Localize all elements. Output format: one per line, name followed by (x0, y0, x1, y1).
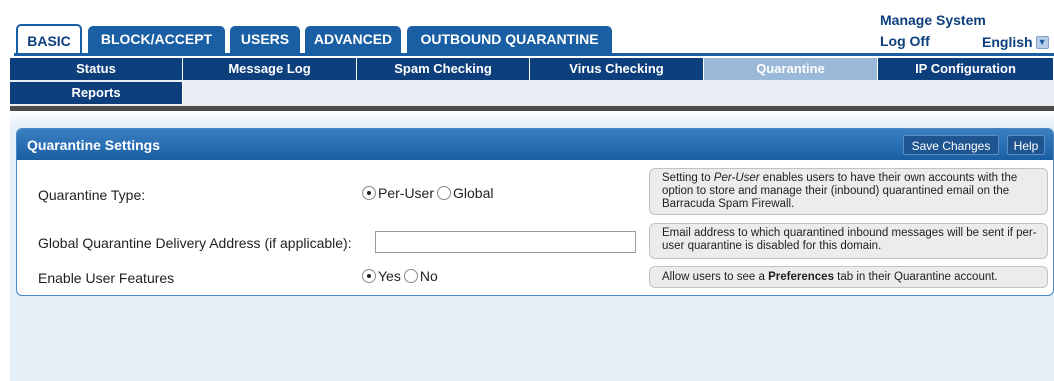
global-radio[interactable] (437, 186, 452, 200)
no-radio-label: No (419, 268, 438, 284)
user-features-help: Allow users to see a Preferences tab in … (649, 266, 1048, 288)
delivery-address-input[interactable] (375, 231, 636, 253)
per-user-radio[interactable] (362, 186, 376, 200)
yes-radio-label: Yes (378, 268, 401, 284)
save-changes-button[interactable]: Save Changes (903, 135, 999, 155)
subtab-spam-checking[interactable]: Spam Checking (357, 58, 530, 80)
yes-radio[interactable] (362, 269, 376, 283)
subtab-quarantine[interactable]: Quarantine (704, 58, 878, 80)
manage-system-link[interactable]: Manage System (880, 12, 986, 28)
help-text: tab in their Quarantine account. (833, 271, 998, 283)
tab-users[interactable]: USERS (230, 26, 300, 53)
delivery-address-label: Global Quarantine Delivery Address (if a… (38, 235, 352, 251)
quarantine-type-radios: Per-User Global (362, 185, 496, 201)
subtab-ip-configuration[interactable]: IP Configuration (878, 58, 1054, 80)
quarantine-settings-panel: Quarantine Settings Save Changes Help Qu… (16, 128, 1054, 296)
help-text: Setting to (662, 172, 714, 184)
user-features-label: Enable User Features (38, 270, 175, 286)
log-off-link[interactable]: Log Off (880, 33, 930, 49)
quarantine-type-help: Setting to Per-User enables users to hav… (649, 168, 1048, 215)
help-emphasis: Preferences (768, 271, 834, 283)
help-button[interactable]: Help (1007, 135, 1045, 155)
panel-header: Quarantine Settings Save Changes Help (17, 129, 1053, 160)
tab-basic[interactable]: BASIC (16, 24, 82, 55)
quarantine-type-label: Quarantine Type: (38, 187, 146, 203)
delivery-address-help: Email address to which quarantined inbou… (649, 223, 1048, 259)
subtab-status[interactable]: Status (10, 58, 183, 80)
language-label: English (982, 34, 1033, 50)
per-user-radio-label: Per-User (378, 185, 435, 201)
user-features-radios: Yes No (362, 268, 441, 284)
tab-advanced[interactable]: ADVANCED (305, 26, 401, 53)
global-radio-label: Global (453, 185, 494, 201)
help-emphasis: Per-User (713, 172, 760, 184)
subtab-reports[interactable]: Reports (10, 82, 183, 104)
help-text: Allow users to see a (662, 271, 769, 283)
chevron-down-icon[interactable]: ▼ (1035, 35, 1049, 49)
no-radio[interactable] (403, 269, 418, 283)
tab-divider (14, 53, 1054, 56)
subtab-message-log[interactable]: Message Log (183, 58, 357, 80)
subtab-virus-checking[interactable]: Virus Checking (530, 58, 704, 80)
tab-outbound-quarantine[interactable]: OUTBOUND QUARANTINE (407, 26, 612, 53)
sub-nav: Status Message Log Spam Checking Virus C… (10, 58, 1054, 106)
panel-title: Quarantine Settings (27, 137, 161, 153)
top-bar: BASIC BLOCK/ACCEPT USERS ADVANCED OUTBOU… (0, 0, 1054, 58)
language-select[interactable]: English ▼ (982, 34, 1049, 50)
tab-block-accept[interactable]: BLOCK/ACCEPT (88, 26, 225, 53)
